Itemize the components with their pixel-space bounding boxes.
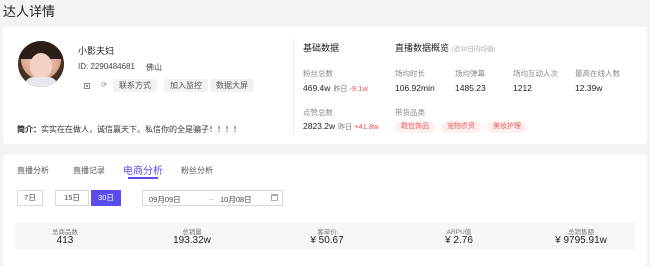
range-7d-button[interactable]: 7日 — [17, 190, 43, 206]
category-tag: 美妆护理 — [487, 121, 527, 133]
arrow-right-icon: → — [207, 194, 215, 203]
refresh-icon[interactable]: ⟳ — [100, 82, 108, 90]
avg-duration-label: 场均时长 — [395, 69, 425, 78]
divider — [293, 39, 294, 134]
avg-interaction-label: 场均互动人次 — [513, 69, 558, 78]
fans-delta: -9.1w — [349, 84, 368, 93]
stat-value: 193.32w — [173, 235, 211, 246]
tab-live-records[interactable]: 直播记录 — [73, 165, 105, 176]
calendar-icon — [271, 194, 278, 201]
influencer-name: 小影夫妇 — [78, 46, 115, 56]
page-title: 达人详情 — [3, 4, 56, 19]
qrcode-icon[interactable] — [83, 82, 91, 90]
fans-delta-label: 昨日 — [333, 86, 348, 93]
bio: 简介：实实在在做人，诚信赢天下。私信你的全是骗子！！！！ — [17, 124, 241, 135]
peak-online-value: 12.39w — [575, 83, 603, 93]
contact-button[interactable]: 联系方式 — [113, 79, 157, 92]
active-tab-indicator — [128, 177, 158, 179]
tab-live-analysis[interactable]: 直播分析 — [17, 165, 49, 176]
influencer-id: ID: 2290484681 — [78, 62, 135, 71]
tab-ecommerce-analysis[interactable]: 电商分析 — [123, 162, 163, 177]
likes-delta: +41.8w — [354, 122, 379, 131]
fans-value: 469.4w — [303, 83, 331, 93]
stat-value: ¥ 50.67 — [310, 235, 344, 246]
profile-card: 小影夫妇 ID: 2290484681 佛山 ⟳ 联系方式 加入监控 数据大屏 … — [3, 27, 647, 144]
fans-metric: 469.4w 昨日 -9.1w — [303, 83, 368, 94]
live-overview-title: 直播数据概览 (近30日内均值) — [395, 41, 496, 54]
stat-value: 413 — [56, 235, 74, 246]
stats-bar: 总商品数 413 总销量 193.32w 客单价 ¥ 50.67 ARPU值 ¥… — [15, 223, 635, 249]
peak-online-label: 最高在线人数 — [575, 69, 620, 78]
likes-value: 2823.2w — [303, 121, 336, 131]
data-screen-button[interactable]: 数据大屏 — [210, 79, 254, 92]
live-overview-subtitle: (近30日内均值) — [451, 46, 496, 53]
date-end: 10月08日 — [220, 195, 252, 204]
avg-duration-value: 106.92min — [395, 83, 435, 93]
add-monitor-button[interactable]: 加入监控 — [164, 79, 208, 92]
fans-label: 粉丝总数 — [303, 69, 333, 78]
avg-danmaku-value: 1485.23 — [455, 83, 486, 93]
likes-label: 点赞总数 — [303, 108, 333, 117]
tab-fans-analysis[interactable]: 粉丝分析 — [181, 165, 213, 176]
range-15d-button[interactable]: 15日 — [55, 190, 89, 206]
avatar — [18, 41, 64, 87]
stat-value: ¥ 9795.91w — [555, 235, 607, 246]
range-30d-button[interactable]: 30日 — [91, 190, 121, 206]
live-overview-heading: 直播数据概览 — [395, 43, 450, 53]
date-start: 09月09日 — [149, 195, 181, 204]
category-tag: 宠物农资 — [441, 121, 481, 133]
category-tag: 鞋包饰品 — [395, 121, 435, 133]
stat-value: ¥ 2.76 — [445, 235, 473, 246]
date-range-picker[interactable]: 09月09日 → 10月08日 — [142, 190, 283, 206]
avg-interaction-value: 1212 — [513, 83, 532, 93]
likes-metric: 2823.2w 昨日 +41.8w — [303, 121, 379, 132]
likes-delta-label: 昨日 — [338, 124, 353, 131]
influencer-city: 佛山 — [146, 63, 162, 72]
category-label: 带货品类 — [395, 108, 425, 117]
basic-data-title: 基础数据 — [303, 43, 340, 53]
bio-text: 实实在在做人，诚信赢天下。私信你的全是骗子！！！！ — [41, 125, 241, 134]
analysis-card: 直播分析 直播记录 电商分析 粉丝分析 7日 15日 30日 09月09日 → … — [3, 154, 647, 266]
bio-label: 简介： — [17, 125, 41, 134]
avg-danmaku-label: 场均弹幕 — [455, 69, 485, 78]
